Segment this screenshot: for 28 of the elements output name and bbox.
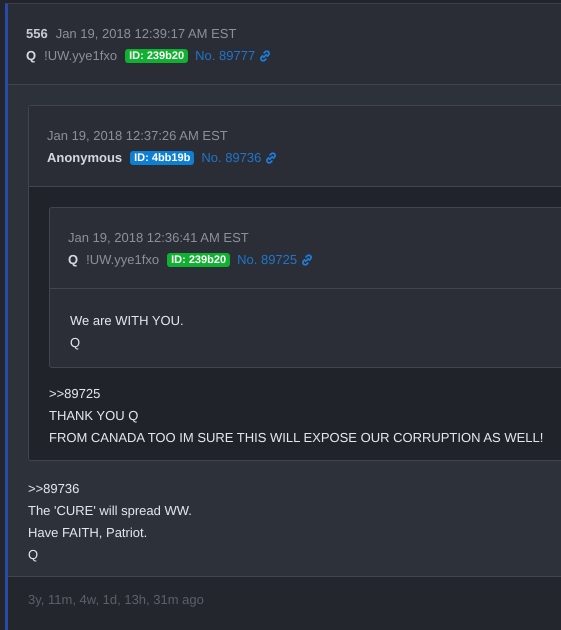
post-date: Jan 19, 2018 12:36:41 AM EST (68, 230, 249, 245)
post-link[interactable]: No. 89725 (237, 252, 298, 267)
post-text-line: THANK YOU Q (49, 407, 140, 425)
link-icon[interactable] (300, 252, 314, 266)
author-name: Q (68, 252, 78, 267)
post-text-line: >>89725 (49, 385, 102, 403)
link-icon[interactable] (264, 150, 278, 164)
post-text-line: We are WITH YOU. (70, 312, 185, 330)
author-name: Anonymous (47, 150, 122, 165)
post-text-line: Q (70, 334, 82, 352)
post-text-line: Have FAITH, Patriot. (28, 524, 148, 542)
post-age: 3y, 11m, 4w, 1d, 13h, 31m ago (28, 592, 204, 607)
post-text-line: FROM CANADA TOO IM SURE THIS WILL EXPOSE OUR CORRUPTION AS WELL! (49, 429, 544, 447)
post-link[interactable]: No. 89777 (195, 48, 256, 63)
id-tag: ID: 239b20 (167, 252, 230, 266)
id-tag: ID: 239b20 (125, 48, 188, 62)
link-icon[interactable] (258, 48, 272, 62)
post-date: Jan 19, 2018 12:39:17 AM EST (56, 26, 236, 41)
post-text-line: Q (28, 546, 40, 564)
post-text-line: >>89736 (28, 480, 80, 498)
author-name: Q (26, 48, 36, 63)
post-text-line: The 'CURE' will spread WW. (28, 502, 193, 520)
post-date: Jan 19, 2018 12:37:26 AM EST (47, 128, 228, 143)
tripcode: !UW.yye1fxo (86, 252, 160, 267)
tripcode: !UW.yye1fxo (44, 48, 118, 63)
post-number: 556 (26, 26, 48, 41)
post-link[interactable]: No. 89736 (201, 150, 262, 165)
id-tag: ID: 4bb19b (130, 150, 194, 164)
